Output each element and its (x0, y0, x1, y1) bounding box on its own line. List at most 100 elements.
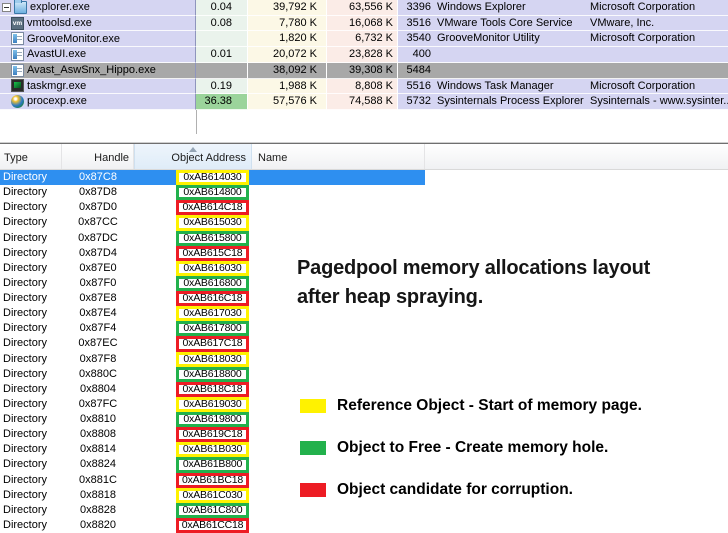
cpu-value: 36.38 (196, 94, 248, 110)
column-header-handle[interactable]: Handle (62, 144, 134, 169)
handle-value: 0x87FC (78, 397, 118, 410)
object-address-box: 0xAB618C18 (176, 381, 249, 397)
working-set-value: 16,068 K (327, 15, 398, 32)
handle-row[interactable]: Directory 0x87D8 0xAB614800 (0, 185, 728, 201)
handle-row[interactable]: Directory 0x87EC 0xAB617C18 (0, 336, 728, 352)
handle-value: 0x87D4 (79, 246, 117, 259)
handle-value: 0x87F8 (79, 352, 117, 365)
process-name-cell: procexp.exe (0, 94, 196, 110)
handle-row[interactable]: Directory 0x87D0 0xAB614C18 (0, 200, 728, 216)
working-set-value: 63,556 K (327, 0, 398, 16)
process-name: AvastUI.exe (27, 48, 87, 61)
handle-row[interactable]: Directory 0x8820 0xAB61CC18 (0, 517, 728, 533)
procexp-icon (11, 95, 24, 109)
process-row[interactable]: AvastUI.exe 0.01 20,072 K 23,828 K 400 (0, 47, 728, 63)
handle-type: Directory (3, 322, 48, 335)
process-row[interactable]: Avast_AswSnx_Hippo.exe 38,092 K 39,308 K… (0, 62, 728, 79)
column-header-name[interactable]: Name (252, 144, 425, 169)
object-address-box: 0xAB61CC18 (176, 517, 249, 533)
handle-row[interactable]: Directory 0x87CC 0xAB615030 (0, 215, 728, 231)
handle-row[interactable]: Directory 0x87DC 0xAB615800 (0, 230, 728, 246)
object-address-value: 0xAB618030 (183, 352, 242, 365)
handle-value: 0x87CC (78, 216, 118, 229)
handle-row[interactable]: Directory 0x87F4 0xAB617800 (0, 321, 728, 337)
object-address-box: 0xAB615030 (176, 215, 249, 231)
handle-value: 0x8804 (79, 382, 117, 395)
handle-value: 0x87DC (78, 231, 118, 244)
sort-ascending-icon (189, 147, 197, 152)
object-address-box: 0xAB616800 (176, 275, 249, 291)
process-description (434, 47, 586, 63)
working-set-value: 6,732 K (327, 31, 398, 48)
process-row[interactable]: vm vmtoolsd.exe 0.08 7,780 K 16,068 K 351… (0, 15, 728, 32)
handle-row[interactable]: Directory 0x8804 0xAB618C18 (0, 381, 728, 397)
cpu-value: 0.08 (196, 15, 248, 32)
handle-row[interactable]: Directory 0x87F8 0xAB618030 (0, 351, 728, 367)
tree-collapse-icon[interactable] (2, 2, 11, 12)
handle-row[interactable]: Directory 0x880C 0xAB618800 (0, 366, 728, 382)
object-address-value: 0xAB617C18 (182, 337, 243, 350)
process-name: taskmgr.exe (27, 79, 87, 92)
process-name: vmtoolsd.exe (27, 16, 92, 29)
company-name: VMware, Inc. (586, 15, 728, 32)
handle-row[interactable]: Directory 0x87C8 0xAB614030 (0, 170, 728, 186)
object-address-box: 0xAB616030 (176, 260, 249, 276)
handle-value: 0x880C (79, 367, 117, 380)
private-bytes-value: 57,576 K (248, 94, 327, 110)
handle-row[interactable]: Directory 0x8828 0xAB61C800 (0, 502, 728, 518)
private-bytes-value: 1,988 K (248, 78, 327, 95)
process-explorer-window: explorer.exe 0.04 39,792 K 63,556 K 3396… (0, 0, 728, 533)
handle-value: 0x87EC (78, 337, 118, 350)
object-address-value: 0xAB619800 (183, 413, 242, 426)
object-address-value: 0xAB617030 (183, 307, 242, 320)
process-row[interactable]: GrooveMonitor.exe 1,820 K 6,732 K 3540 G… (0, 31, 728, 48)
legend-item: Object candidate for corruption. (300, 480, 642, 498)
private-bytes-value: 38,092 K (248, 62, 327, 79)
column-header-empty (425, 144, 728, 169)
handle-value: 0x8818 (79, 488, 117, 501)
handle-type: Directory (3, 352, 48, 365)
column-header-name-label: Name (258, 152, 288, 164)
working-set-value: 39,308 K (327, 62, 398, 79)
company-name: Microsoft Corporation (586, 0, 728, 16)
handle-type: Directory (3, 488, 48, 501)
column-header-type[interactable]: Type (0, 144, 62, 169)
process-name: explorer.exe (30, 1, 90, 14)
pid-value: 400 (398, 47, 434, 63)
handle-type: Directory (3, 201, 48, 214)
object-address-value: 0xAB614C18 (182, 201, 243, 214)
handle-value: 0x87C8 (79, 171, 117, 183)
process-description: Sysinternals Process Explorer (434, 94, 586, 110)
object-address-value: 0xAB615C18 (182, 246, 243, 259)
handle-value: 0x87F0 (79, 276, 117, 289)
process-name: procexp.exe (27, 95, 87, 108)
object-address-value: 0xAB61B030 (182, 443, 243, 456)
taskmgr-icon (11, 79, 24, 93)
process-row[interactable]: procexp.exe 36.38 57,576 K 74,588 K 5732… (0, 94, 728, 110)
handle-type: Directory (3, 473, 48, 486)
object-address-box: 0xAB61C800 (176, 502, 249, 518)
working-set-value: 74,588 K (327, 94, 398, 110)
cpu-value: 0.19 (196, 78, 248, 95)
legend-label: Object candidate for corruption. (337, 480, 573, 498)
column-header-handle-label: Handle (94, 152, 129, 164)
handle-type: Directory (3, 171, 48, 183)
column-header-object-address[interactable]: Object Address (134, 144, 252, 169)
handle-value: 0x8810 (79, 413, 117, 425)
handle-type: Directory (3, 518, 48, 531)
handle-type: Directory (3, 503, 48, 516)
handle-type: Directory (3, 216, 48, 229)
pid-value: 3516 (398, 15, 434, 32)
process-row[interactable]: taskmgr.exe 0.19 1,988 K 8,808 K 5516 Wi… (0, 78, 728, 95)
handle-value: 0x881C (79, 473, 117, 486)
legend-label: Reference Object - Start of memory page. (337, 396, 642, 414)
object-address-box: 0xAB61C030 (176, 487, 249, 503)
process-row[interactable]: explorer.exe 0.04 39,792 K 63,556 K 3396… (0, 0, 728, 16)
object-address-box: 0xAB617800 (176, 321, 249, 337)
app-icon (11, 32, 24, 46)
annotation-legend: Reference Object - Start of memory page.… (300, 396, 642, 498)
process-name: Avast_AswSnx_Hippo.exe (27, 63, 156, 76)
process-description: VMware Tools Core Service (434, 15, 586, 32)
handle-type: Directory (3, 276, 48, 289)
object-address-value: 0xAB614030 (183, 171, 242, 184)
